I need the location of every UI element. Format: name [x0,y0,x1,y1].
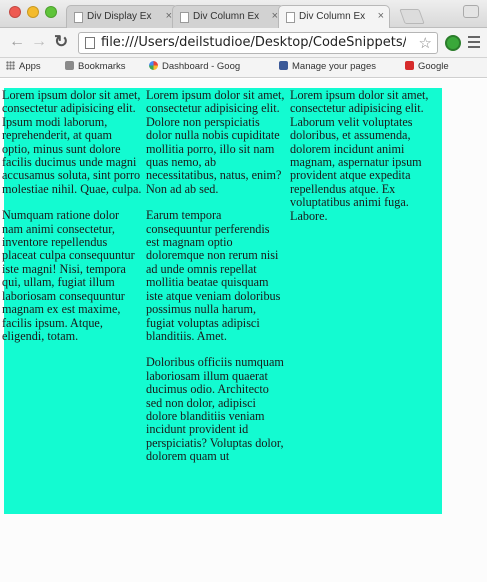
window-titlebar: Div Display Ex × Div Column Ex × Div Col… [0,0,487,28]
url-text[interactable]: file:///Users/deilstudioe/Desktop/CodeSn… [101,35,406,50]
bookmark-label: Dashboard - Goog [162,61,241,72]
zoom-window-button[interactable] [45,6,57,18]
apps-grid-icon [6,61,15,70]
google-plus-icon [405,61,414,70]
tab-label: Div Display Ex [87,11,152,22]
reload-icon[interactable]: ↻ [54,33,68,51]
bookmark-label: Google [418,61,449,72]
tab-label: Div Column Ex [193,11,260,22]
tab-label: Div Column Ex [299,11,366,22]
tab-div-display[interactable]: Div Display Ex × [66,5,178,28]
bookmark-apps[interactable]: Apps [6,61,41,72]
bookmark-label: Bookmarks [78,61,126,72]
bookmark-folder[interactable]: Bookmarks [65,61,126,72]
page-icon [74,12,83,23]
minimize-window-button[interactable] [27,6,39,18]
new-tab-button[interactable] [399,9,425,24]
text-column-3: Lorem ipsum dolor sit amet, consectetur … [290,88,430,236]
page-icon [180,12,189,23]
window-controls [9,6,57,18]
address-bar[interactable]: file:///Users/deilstudioe/Desktop/CodeSn… [78,32,438,54]
forward-arrow-icon[interactable]: → [31,33,47,51]
menu-icon[interactable] [468,36,480,51]
page-viewport: Lorem ipsum dolor sit amet, consectetur … [0,79,487,582]
paragraph: Doloribus officiis numquam laboriosam il… [146,355,284,464]
google-icon [149,61,158,70]
paragraph: Lorem ipsum dolor sit amet, consectetur … [2,88,142,196]
bookmark-label: Manage your pages [292,61,376,72]
paragraph: Earum tempora consequuntur perferendis e… [146,208,281,343]
bookmark-star-icon[interactable]: ☆ [419,34,432,52]
bookmark-manage-pages[interactable]: Manage your pages [279,61,376,72]
text-column-2: Lorem ipsum dolor sit amet, consectetur … [146,88,286,477]
paragraph: Lorem ipsum dolor sit amet, consectetur … [146,88,285,196]
page-icon [286,12,295,23]
bookmarks-bar: Apps Bookmarks Dashboard - Goog Manage y… [0,58,487,78]
bookmark-dashboard[interactable]: Dashboard - Goog [149,61,240,72]
tab-div-column-2[interactable]: Div Column Ex × [278,5,390,28]
bookmark-label: Apps [19,61,41,72]
paragraph: Lorem ipsum dolor sit amet, consectetur … [290,88,429,223]
back-arrow-icon[interactable]: ← [9,33,25,51]
facebook-icon [279,61,288,70]
close-tab-icon[interactable]: × [378,10,384,22]
browser-toolbar: ← → ↻ file:///Users/deilstudioe/Desktop/… [0,28,487,58]
tab-strip: Div Display Ex × Div Column Ex × Div Col… [66,5,390,28]
paragraph: Numquam ratione dolor nam animi consecte… [2,208,135,343]
extension-icon[interactable] [445,35,461,51]
file-icon [85,37,95,49]
folder-icon [65,61,74,70]
text-column-1: Lorem ipsum dolor sit amet, consectetur … [2,88,142,356]
tab-div-column-1[interactable]: Div Column Ex × [172,5,284,28]
bookmark-google[interactable]: Google [405,61,449,72]
close-window-button[interactable] [9,6,21,18]
fullscreen-icon[interactable] [463,5,479,18]
